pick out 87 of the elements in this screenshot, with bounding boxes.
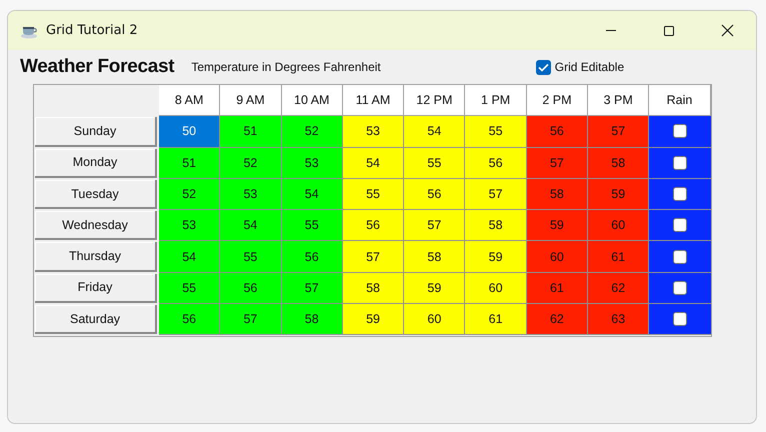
table-cell[interactable]: 58 — [588, 148, 650, 179]
table-cell[interactable]: 58 — [282, 304, 343, 336]
checkbox-label: Grid Editable — [554, 60, 624, 74]
row-header[interactable]: Friday — [35, 274, 157, 304]
row-header[interactable]: Sunday — [35, 117, 157, 147]
column-header[interactable]: 1 PM — [465, 85, 527, 116]
table-cell[interactable]: 53 — [342, 116, 404, 148]
table-cell[interactable]: 53 — [220, 178, 282, 210]
table-cell[interactable]: 57 — [282, 272, 343, 304]
table-cell[interactable]: 60 — [465, 272, 527, 304]
heading: Weather Forecast — [20, 56, 174, 78]
table-cell[interactable]: 52 — [159, 178, 220, 210]
table-cell[interactable]: 56 — [465, 148, 527, 179]
table-cell[interactable]: 56 — [342, 210, 404, 242]
row-header[interactable]: Thursday — [35, 242, 157, 272]
table-cell[interactable]: 56 — [282, 241, 343, 273]
column-header[interactable]: Rain — [649, 85, 711, 116]
column-header[interactable]: 12 PM — [404, 85, 466, 116]
maximize-icon — [663, 24, 675, 36]
table-cell[interactable]: 58 — [526, 178, 588, 210]
table-cell[interactable]: 54 — [159, 241, 220, 273]
table-cell[interactable]: 55 — [220, 241, 282, 273]
row-header[interactable]: Wednesday — [35, 211, 157, 240]
table-cell[interactable]: 53 — [159, 210, 220, 242]
table-cell[interactable]: 52 — [282, 116, 343, 148]
row-header[interactable]: Saturday — [35, 305, 157, 334]
checkbox[interactable] — [536, 60, 551, 74]
table-cell[interactable]: 57 — [342, 241, 404, 273]
table-cell[interactable]: 57 — [526, 148, 588, 179]
table-cell[interactable]: 55 — [465, 116, 527, 148]
table-cell[interactable]: 55 — [159, 272, 220, 304]
table-cell[interactable]: 55 — [282, 210, 343, 242]
table-cell[interactable]: 57 — [465, 178, 527, 210]
table-cell[interactable]: 54 — [404, 116, 466, 148]
rain-checkbox[interactable] — [673, 218, 688, 232]
table-cell[interactable]: 51 — [159, 148, 220, 179]
table-cell[interactable]: 59 — [342, 304, 404, 336]
column-header[interactable]: 10 AM — [282, 85, 343, 116]
table-cell[interactable]: 53 — [282, 148, 343, 179]
column-header[interactable]: 8 AM — [159, 85, 220, 116]
table-cell[interactable]: 61 — [588, 241, 650, 273]
rain-checkbox[interactable] — [673, 280, 688, 295]
column-header[interactable]: 9 AM — [220, 85, 282, 116]
table-cell[interactable]: 58 — [342, 272, 404, 304]
table-cell[interactable]: 59 — [526, 210, 588, 242]
table-cell[interactable]: 56 — [220, 272, 282, 304]
table-cell[interactable]: 57 — [404, 210, 466, 242]
table-cell[interactable]: 56 — [526, 116, 588, 148]
table-cell[interactable]: 59 — [465, 241, 527, 273]
table-cell[interactable]: 62 — [588, 272, 650, 304]
column-header[interactable]: 11 AM — [342, 85, 404, 116]
table-cell[interactable]: 62 — [526, 304, 588, 336]
table-cell[interactable]: 50 — [159, 116, 220, 148]
table-cell[interactable]: 58 — [465, 210, 527, 242]
column-header[interactable]: 3 PM — [588, 85, 650, 116]
table-cell[interactable]: 56 — [404, 178, 466, 210]
table-cell[interactable]: 60 — [588, 210, 650, 242]
row-header[interactable]: Tuesday — [35, 180, 157, 210]
table-cell[interactable]: 54 — [220, 210, 282, 242]
rain-checkbox[interactable] — [673, 124, 688, 138]
column-header[interactable]: 2 PM — [526, 85, 588, 116]
table-cell[interactable]: 59 — [404, 272, 466, 304]
table-cell[interactable]: 61 — [526, 272, 588, 304]
table-cell[interactable]: 55 — [342, 178, 404, 210]
table-cell[interactable]: 57 — [588, 116, 650, 148]
rain-checkbox[interactable] — [673, 156, 688, 170]
table-cell[interactable]: 60 — [404, 304, 466, 336]
table-cell[interactable]: 54 — [282, 178, 343, 210]
table-cell[interactable]: 57 — [220, 304, 282, 336]
table-cell[interactable]: 52 — [220, 148, 282, 179]
table-cell[interactable]: 56 — [159, 304, 220, 336]
rain-checkbox[interactable] — [673, 250, 688, 264]
subtitle: Temperature in Degrees Fahrenheit — [191, 60, 381, 74]
table-cell[interactable]: 54 — [342, 148, 404, 179]
table-cell[interactable]: 63 — [588, 304, 650, 336]
rain-checkbox[interactable] — [673, 312, 688, 326]
row-header[interactable]: Monday — [35, 148, 157, 178]
table-cell[interactable]: 55 — [404, 148, 466, 179]
table-cell[interactable]: 59 — [588, 178, 650, 210]
table-cell[interactable]: 58 — [404, 241, 466, 273]
table-cell[interactable]: 51 — [220, 116, 282, 148]
table-cell[interactable]: 61 — [465, 304, 527, 336]
table-cell[interactable]: 60 — [526, 241, 588, 273]
rain-checkbox[interactable] — [673, 187, 688, 202]
minimize-icon — [606, 30, 616, 31]
close-icon — [720, 24, 734, 37]
window-title: Grid Tutorial 2 — [46, 23, 139, 38]
